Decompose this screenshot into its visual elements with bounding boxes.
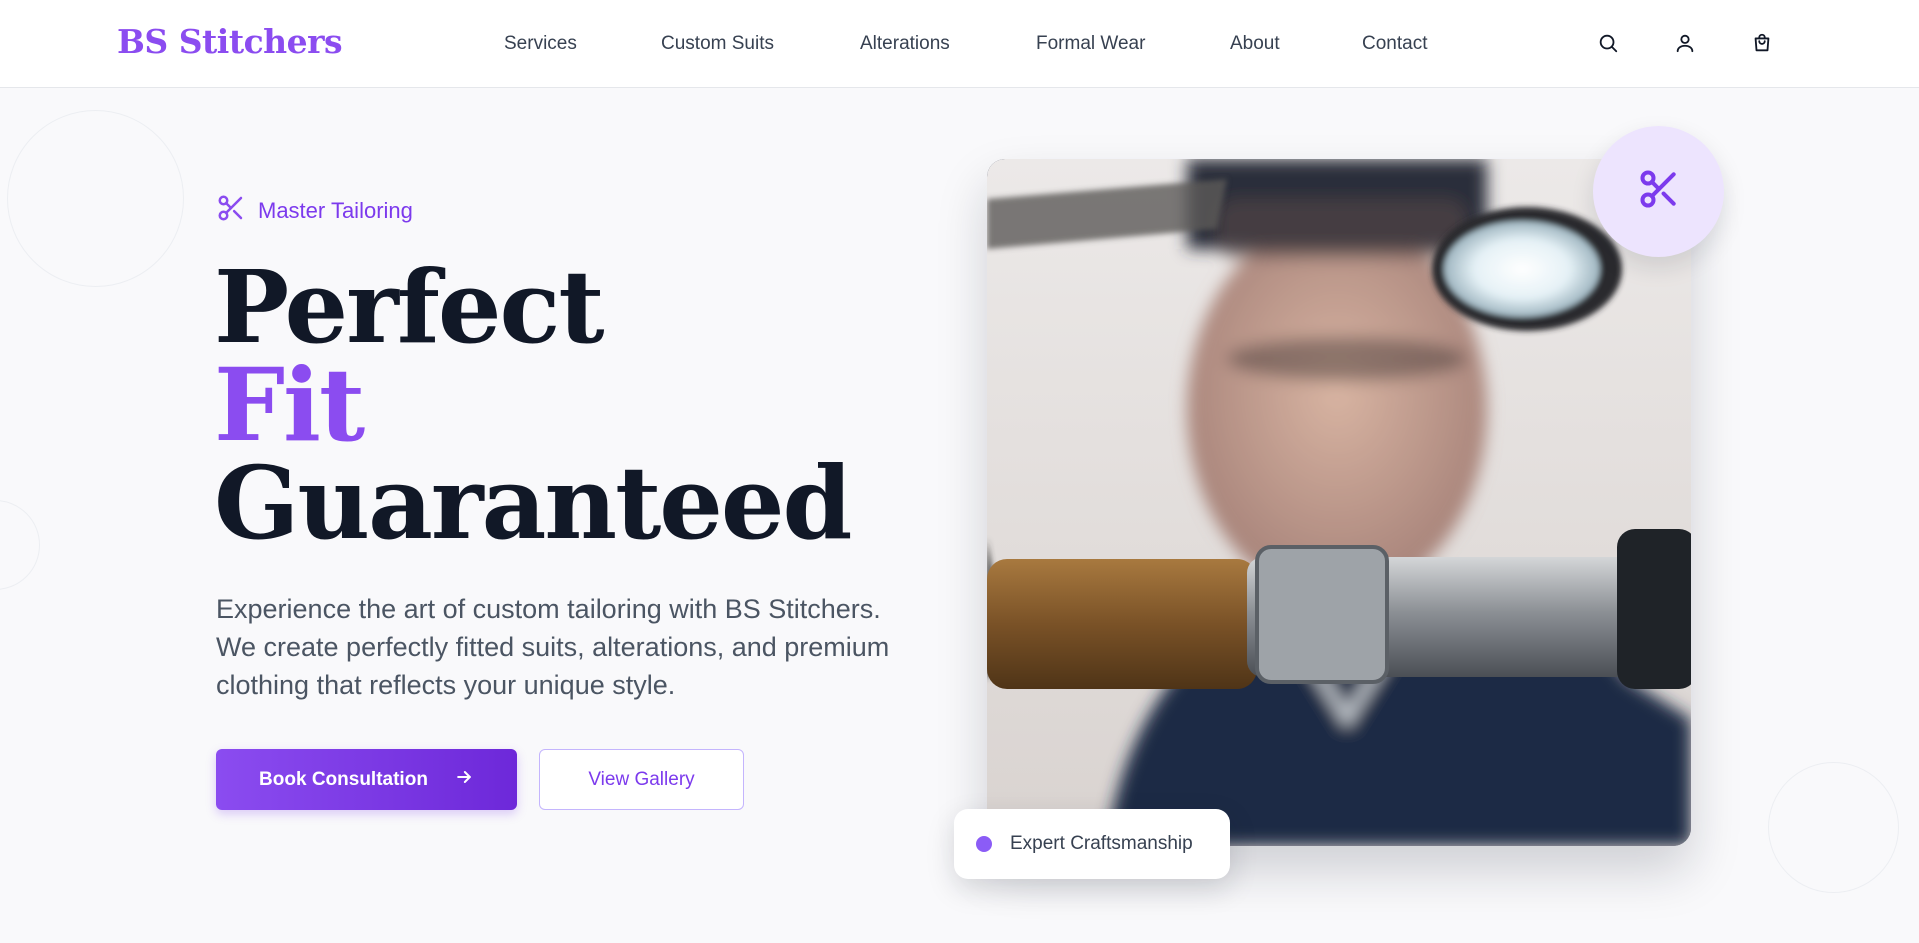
view-gallery-button[interactable]: View Gallery <box>539 749 744 810</box>
hero-tagline: Master Tailoring <box>216 193 413 228</box>
decorative-circle-top-left <box>7 110 184 287</box>
nav-link-alterations[interactable]: Alterations <box>860 33 950 55</box>
hero-headline: Perfect Fit Guaranteed <box>214 248 852 562</box>
scissors-icon <box>216 193 246 228</box>
hero-description: Experience the art of custom tailoring w… <box>216 594 890 700</box>
nav-link-contact[interactable]: Contact <box>1362 33 1427 55</box>
expert-craftsmanship-badge: Expert Craftsmanship <box>954 809 1230 879</box>
status-dot <box>976 836 992 852</box>
shopping-bag-icon[interactable] <box>1749 30 1775 56</box>
book-consultation-label: Book Consultation <box>259 768 428 790</box>
decorative-circle-left <box>0 500 40 590</box>
brand-logo[interactable]: BS Stitchers <box>117 22 343 61</box>
nav-link-custom-suits[interactable]: Custom Suits <box>661 33 774 55</box>
headline-line-1: Perfect <box>214 248 605 366</box>
tagline-label: Master Tailoring <box>258 197 413 223</box>
site-header: BS Stitchers Services Custom Suits Alter… <box>0 0 1919 88</box>
scissors-icon <box>1637 167 1681 216</box>
headline-line-2: Fit <box>214 346 365 464</box>
user-icon[interactable] <box>1672 30 1698 56</box>
nav-link-formal-wear[interactable]: Formal Wear <box>1036 33 1145 55</box>
nav-link-services[interactable]: Services <box>504 33 577 55</box>
hero-image-tailor <box>987 159 1691 846</box>
arrow-right-icon <box>454 767 474 793</box>
floating-scissors-badge <box>1593 126 1724 257</box>
search-icon[interactable] <box>1595 30 1621 56</box>
decorative-circle-bottom-right <box>1768 762 1899 893</box>
nav-link-about[interactable]: About <box>1230 33 1280 55</box>
headline-line-3: Guaranteed <box>214 444 852 562</box>
book-consultation-button[interactable]: Book Consultation <box>216 749 517 810</box>
craft-badge-label: Expert Craftsmanship <box>1010 833 1193 854</box>
